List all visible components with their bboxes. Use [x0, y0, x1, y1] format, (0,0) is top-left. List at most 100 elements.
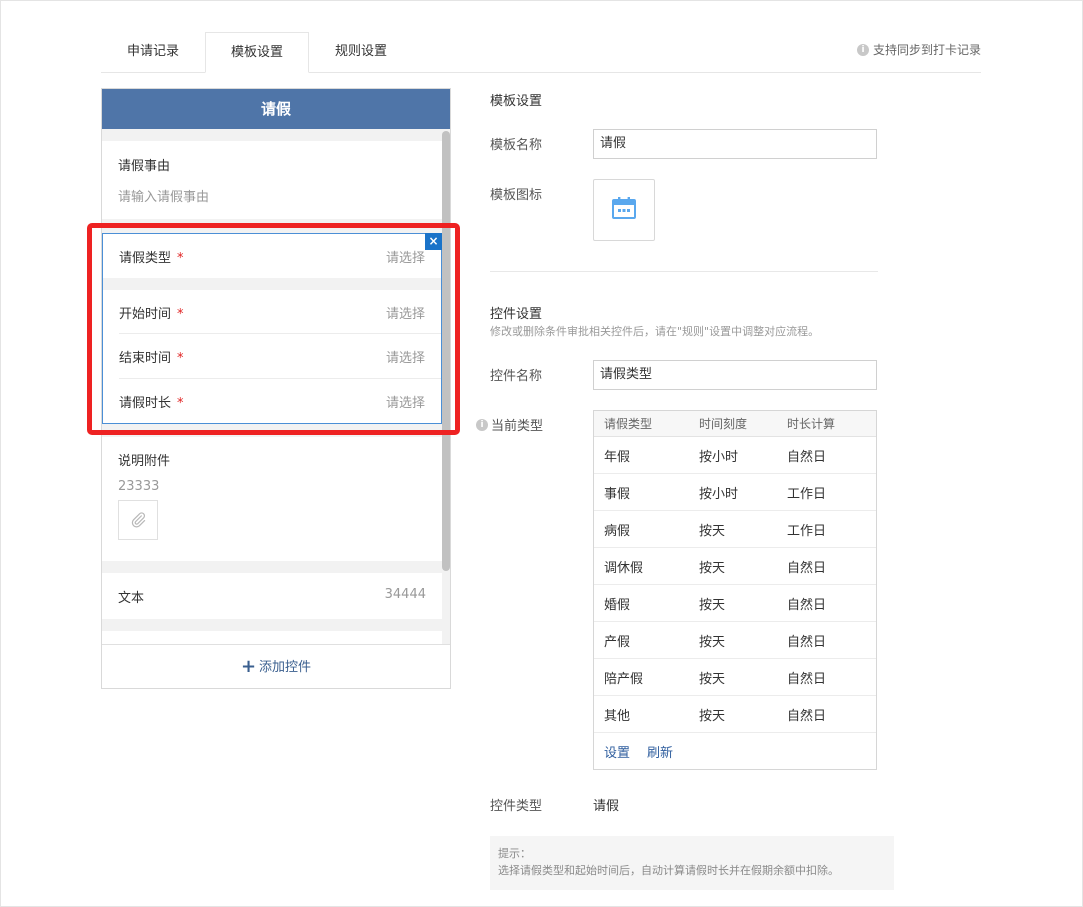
duration-calc-cell: 自然日	[787, 634, 827, 650]
template-icon-picker[interactable]	[593, 179, 655, 241]
calendar-icon	[611, 195, 637, 225]
group-gap	[103, 278, 441, 290]
current-type-label: 当前类型	[491, 419, 544, 434]
control-settings-title: 控件设置	[490, 307, 543, 322]
text-field[interactable]: 文本 34444	[102, 573, 442, 619]
table-row: 年假 按小时 自然日	[594, 437, 876, 474]
leave-type-cell: 年假	[604, 449, 631, 465]
attachment-field[interactable]: 说明附件 23333	[102, 437, 442, 561]
tab-rule-settings[interactable]: 规则设置	[309, 32, 413, 73]
leave-type-cell: 产假	[604, 634, 631, 650]
column-header: 时间刻度	[699, 417, 748, 431]
control-type-value: 请假	[593, 799, 620, 814]
table-row: 产假 按天 自然日	[594, 622, 876, 659]
template-settings-title: 模板设置	[490, 94, 543, 109]
duration-calc-cell: 工作日	[787, 486, 827, 502]
tip-title: 提示：	[498, 847, 531, 860]
sync-note[interactable]: i 支持同步到打卡记录	[856, 41, 981, 58]
attachment-hint: 23333	[118, 479, 160, 494]
tab-template-settings[interactable]: 模板设置	[205, 32, 309, 73]
reason-placeholder: 请输入请假事由	[118, 190, 210, 205]
settings-link[interactable]: 设置	[604, 742, 630, 761]
leave-type-value: 请选择	[385, 251, 425, 266]
leave-type-table: 请假类型 时间刻度 时长计算 年假 按小时 自然日 事假 按小时 工作日 病假 …	[593, 410, 877, 770]
leave-type-cell: 婚假	[604, 597, 631, 613]
duration-calc-cell: 自然日	[787, 449, 827, 465]
control-name-input[interactable]: 请假类型	[593, 360, 877, 390]
table-row: 其他 按天 自然日	[594, 696, 876, 733]
table-actions: 设置 刷新	[594, 733, 876, 767]
time-scale-cell: 按天	[699, 634, 726, 650]
time-scale-cell: 按天	[699, 671, 726, 687]
paperclip-icon[interactable]	[118, 500, 158, 540]
table-header: 请假类型 时间刻度 时长计算	[594, 411, 876, 437]
tab-application-records[interactable]: 申请记录	[101, 32, 205, 73]
duration-calc-cell: 自然日	[787, 597, 827, 613]
duration-calc-cell: 自然日	[787, 708, 827, 724]
leave-type-row[interactable]: 请假类型 * 请选择	[103, 234, 441, 278]
table-row: 调休假 按天 自然日	[594, 548, 876, 585]
end-time-label: 结束时间	[119, 351, 172, 366]
attachment-label: 说明附件	[118, 454, 171, 469]
leave-type-cell: 陪产假	[604, 671, 644, 687]
leave-type-cell: 其他	[604, 708, 631, 724]
duration-calc-cell: 工作日	[787, 523, 827, 539]
tab-bar: 申请记录 模板设置 规则设置 i 支持同步到打卡记录	[101, 32, 981, 73]
tip-text: 选择请假类型和起始时间后，自动计算请假时长并在假期余额中扣除。	[498, 864, 839, 877]
leave-type-cell: 调休假	[604, 560, 644, 576]
leave-type-label: 请假类型	[119, 251, 172, 266]
template-name-label: 模板名称	[490, 138, 543, 153]
column-header: 请假类型	[604, 417, 653, 431]
time-scale-cell: 按天	[699, 523, 726, 539]
time-scale-cell: 按天	[699, 708, 726, 724]
text-value: 34444	[384, 587, 426, 602]
end-time-row[interactable]: 结束时间 * 请选择	[103, 334, 441, 379]
required-mark: *	[177, 251, 184, 266]
start-time-value: 请选择	[385, 307, 425, 322]
table-row: 陪产假 按天 自然日	[594, 659, 876, 696]
duration-calc-cell: 自然日	[787, 671, 827, 687]
start-time-row[interactable]: 开始时间 * 请选择	[103, 290, 441, 334]
template-name-input[interactable]: 请假	[593, 129, 877, 159]
end-time-value: 请选择	[385, 351, 425, 366]
control-name-label: 控件名称	[490, 369, 543, 384]
preview-title: 请假	[102, 89, 450, 129]
add-control-button[interactable]: + 添加控件	[102, 644, 450, 688]
time-scale-cell: 按天	[699, 560, 726, 576]
table-row: 事假 按小时 工作日	[594, 474, 876, 511]
current-type-label-wrap: i 当前类型	[476, 415, 543, 434]
start-time-label: 开始时间	[119, 307, 172, 322]
plus-icon: +	[240, 656, 257, 677]
add-control-label: 添加控件	[259, 660, 312, 675]
time-scale-cell: 按小时	[699, 486, 739, 502]
required-mark: *	[177, 351, 184, 366]
preview-scrollbar[interactable]	[442, 131, 450, 571]
duration-label: 请假时长	[119, 396, 172, 411]
info-icon: i	[856, 43, 869, 56]
required-mark: *	[177, 396, 184, 411]
sync-note-text: 支持同步到打卡记录	[872, 43, 981, 57]
template-icon-label: 模板图标	[490, 188, 543, 203]
tip-box: 提示： 选择请假类型和起始时间后，自动计算请假时长并在假期余额中扣除。	[490, 836, 894, 890]
duration-calc-cell: 自然日	[787, 560, 827, 576]
leave-type-cell: 事假	[604, 486, 631, 502]
reason-field[interactable]: 请假事由 请输入请假事由	[102, 141, 442, 219]
required-mark: *	[177, 307, 184, 322]
column-header: 时长计算	[787, 417, 836, 431]
refresh-link[interactable]: 刷新	[647, 742, 673, 761]
reason-label: 请假事由	[118, 159, 171, 174]
duration-row[interactable]: 请假时长 * 请选择	[103, 379, 441, 423]
time-scale-cell: 按天	[699, 597, 726, 613]
table-row: 病假 按天 工作日	[594, 511, 876, 548]
control-settings-note: 修改或删除条件审批相关控件后，请在"规则"设置中调整对应流程。	[490, 325, 820, 338]
leave-group-control[interactable]: × 请假类型 * 请选择 开始时间 * 请选择 结束时间 * 请选择 请假时长 * 请选…	[102, 233, 442, 424]
info-icon[interactable]: i	[476, 418, 488, 431]
preview-body: 请假事由 请输入请假事由 × 请假类型 * 请选择 开始时间 * 请选择 结束时间 *…	[102, 129, 450, 645]
text-label: 文本	[118, 591, 145, 606]
next-field	[102, 631, 442, 645]
leave-type-cell: 病假	[604, 523, 631, 539]
section-divider	[490, 271, 878, 272]
form-preview: 请假 请假事由 请输入请假事由 × 请假类型 * 请选择 开始时间 * 请选择 结束…	[101, 88, 451, 689]
time-scale-cell: 按小时	[699, 449, 739, 465]
table-row: 婚假 按天 自然日	[594, 585, 876, 622]
